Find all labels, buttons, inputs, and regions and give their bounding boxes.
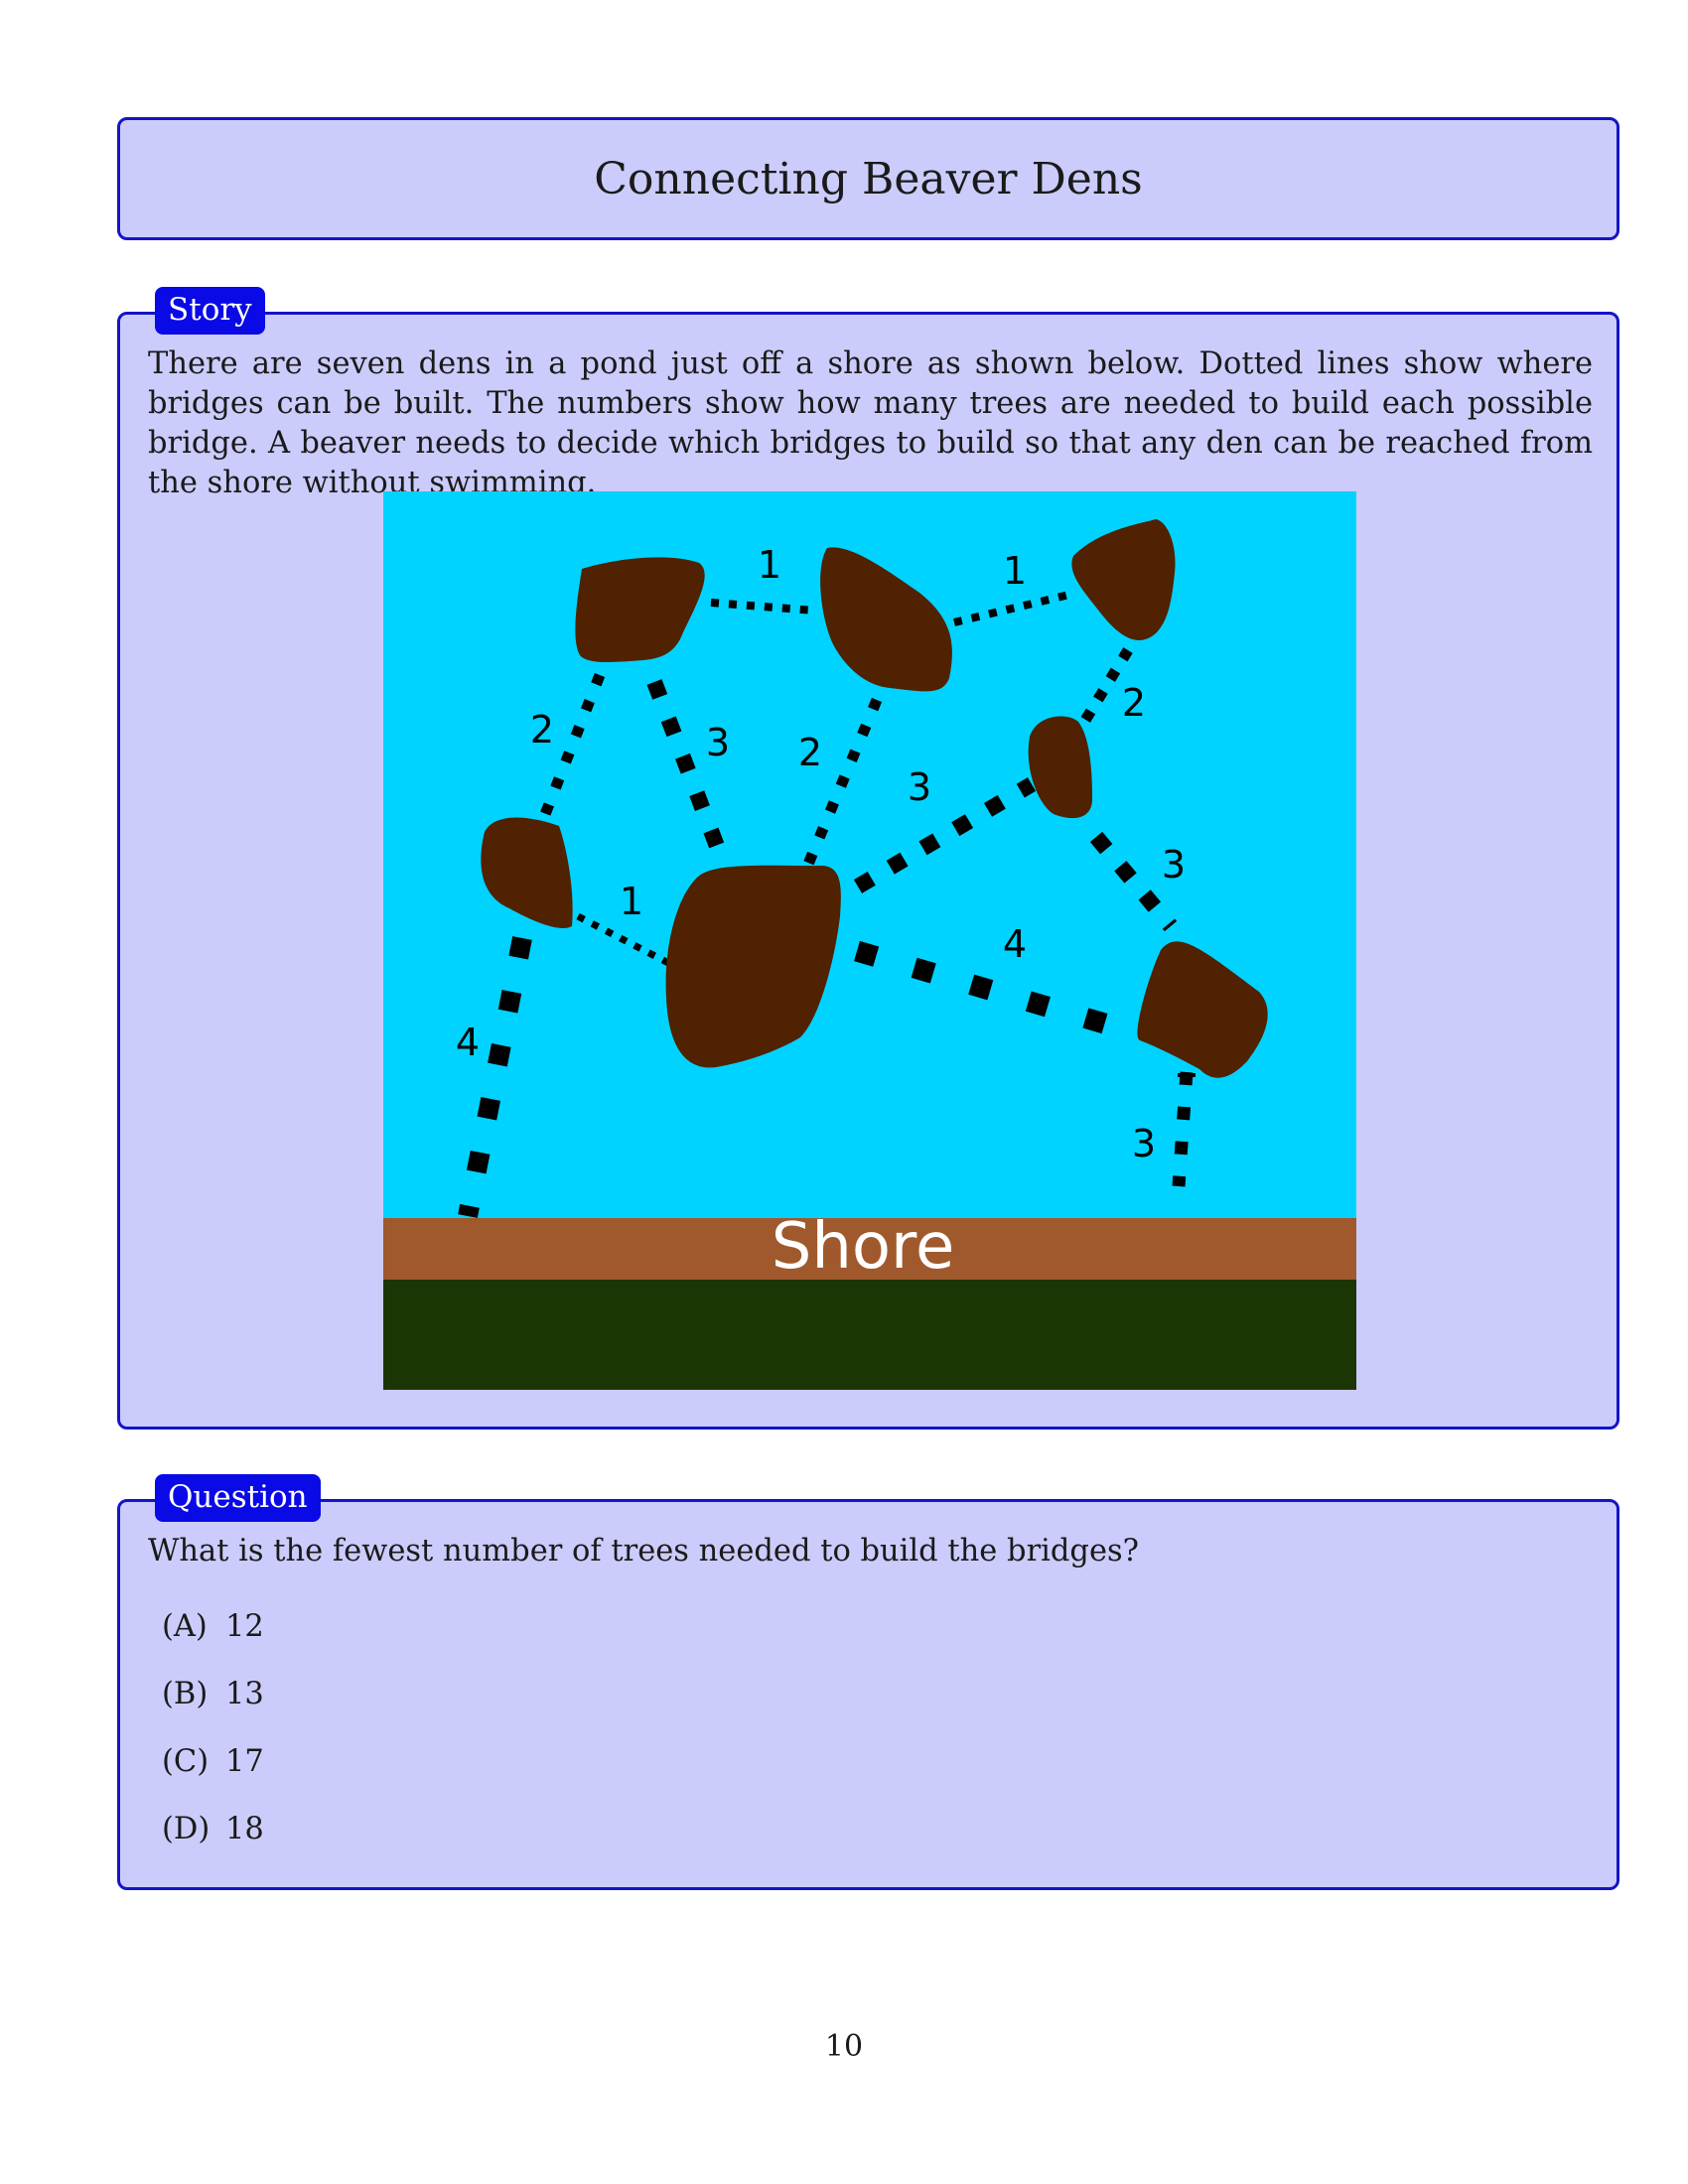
- cost-label: 1: [620, 880, 643, 923]
- option-value: 18: [225, 1812, 264, 1846]
- cost-label: 3: [1162, 843, 1186, 887]
- cost-label: 4: [1003, 922, 1027, 966]
- option-value: 17: [225, 1744, 264, 1779]
- option-letter: (D): [162, 1812, 211, 1846]
- answer-options: (A) 12 (B) 13 (C) 17 (D) 18: [162, 1607, 264, 1877]
- pond-diagram: 1 1 2 3 2 3 2 1 3 4 4 3 Shore: [383, 491, 1356, 1390]
- page-number: 10: [824, 2029, 864, 2064]
- question-tag: Question: [155, 1474, 321, 1522]
- answer-option-b[interactable]: (B) 13: [162, 1675, 264, 1742]
- question-panel: What is the fewest number of trees neede…: [117, 1499, 1619, 1890]
- option-value: 12: [225, 1609, 264, 1644]
- question-text: What is the fewest number of trees neede…: [148, 1534, 1140, 1569]
- cost-label: 2: [798, 731, 822, 774]
- option-letter: (B): [162, 1677, 209, 1711]
- cost-label: 1: [1003, 549, 1027, 593]
- title-box: Connecting Beaver Dens: [117, 117, 1619, 240]
- option-letter: (C): [162, 1744, 210, 1779]
- cost-label: 2: [1122, 681, 1146, 725]
- story-text: There are seven dens in a pond just off …: [148, 346, 1593, 500]
- cost-label: 3: [706, 721, 730, 764]
- cost-label: 4: [456, 1021, 480, 1064]
- pond-figure: 1 1 2 3 2 3 2 1 3 4 4 3 Shore: [383, 491, 1356, 1390]
- shore-label: Shore: [772, 1210, 955, 1284]
- story-tag: Story: [155, 287, 265, 335]
- answer-option-d[interactable]: (D) 18: [162, 1810, 264, 1877]
- answer-option-c[interactable]: (C) 17: [162, 1742, 264, 1810]
- page-title: Connecting Beaver Dens: [594, 153, 1143, 205]
- cost-label: 3: [908, 765, 931, 809]
- cost-label: 1: [758, 543, 781, 587]
- answer-option-a[interactable]: (A) 12: [162, 1607, 264, 1675]
- option-letter: (A): [162, 1609, 208, 1644]
- land: [383, 1280, 1356, 1390]
- cost-label: 3: [1132, 1122, 1156, 1165]
- option-value: 13: [225, 1677, 264, 1711]
- cost-label: 2: [530, 708, 554, 751]
